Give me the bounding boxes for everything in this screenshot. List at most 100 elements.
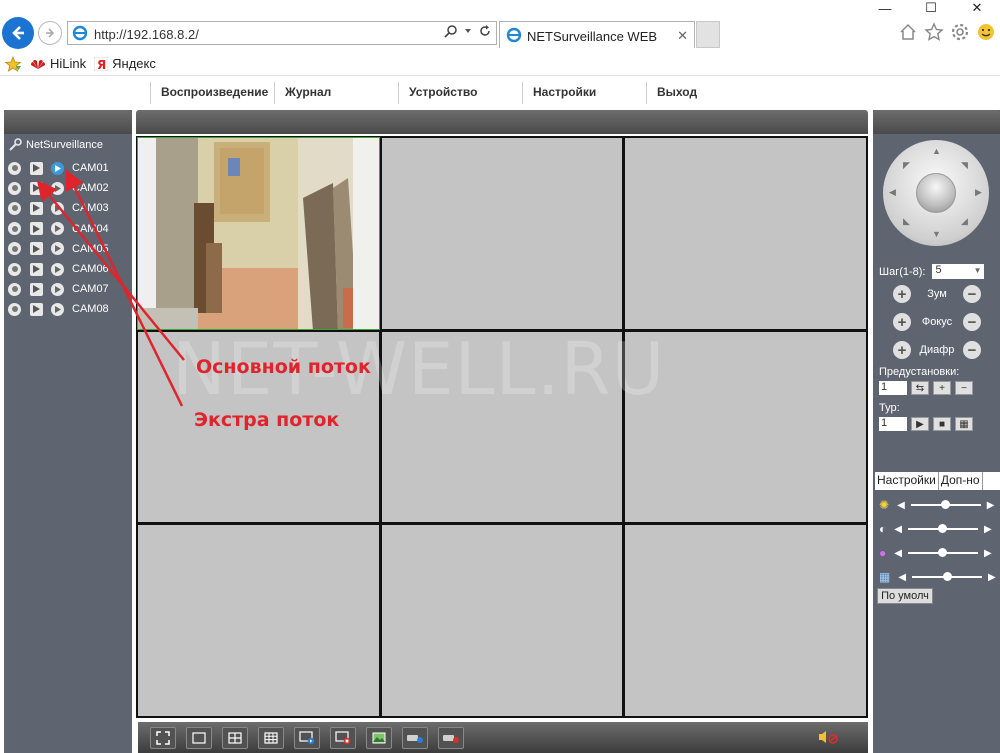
video-cell-1[interactable] [137, 137, 380, 330]
menu-item-exit[interactable]: Выход [646, 82, 770, 104]
record-button[interactable] [8, 201, 21, 215]
refresh-icon[interactable] [478, 24, 492, 38]
home-icon[interactable] [898, 22, 918, 42]
ptz-up-left-icon[interactable]: ◤ [903, 160, 910, 171]
extra-stream-button[interactable] [51, 262, 64, 276]
main-stream-button[interactable] [30, 242, 43, 256]
snapshot-button[interactable] [366, 726, 392, 749]
saturation-slider[interactable]: ● ◀ ▶ [879, 546, 992, 560]
ptz-up-icon[interactable]: ▲ [932, 146, 941, 156]
slider-knob[interactable] [941, 500, 951, 509]
video-cell-9[interactable] [625, 525, 866, 716]
camera-name[interactable]: CAM07 [72, 283, 109, 295]
record-all-button[interactable] [402, 726, 428, 749]
tab-settings[interactable]: Настройки [875, 472, 939, 490]
camera-name[interactable]: CAM04 [72, 223, 109, 235]
volume-button[interactable] [818, 730, 840, 747]
fullscreen-button[interactable] [150, 726, 176, 749]
main-stream-button[interactable] [30, 262, 43, 276]
maximize-button[interactable]: ☐ [908, 0, 954, 16]
main-stream-button[interactable] [30, 302, 43, 316]
focus-out-button[interactable]: − [963, 313, 981, 331]
slider-left-icon[interactable]: ◀ [897, 500, 905, 511]
preset-add-button[interactable]: + [933, 381, 951, 395]
menu-item-playback[interactable]: Воспроизведение [150, 82, 274, 104]
ptz-center-button[interactable] [916, 173, 956, 213]
star-icon[interactable] [924, 22, 944, 42]
slider-knob[interactable] [938, 524, 948, 533]
ptz-up-right-icon[interactable]: ◥ [961, 160, 968, 171]
extra-stream-button[interactable] [51, 161, 64, 175]
slider-left-icon[interactable]: ◀ [894, 524, 902, 535]
ptz-right-icon[interactable]: ▶ [975, 187, 982, 198]
forward-button[interactable] [38, 21, 62, 45]
record-button[interactable] [8, 181, 21, 195]
main-stream-button[interactable] [30, 222, 43, 236]
extra-stream-button[interactable] [51, 181, 64, 195]
camera-name[interactable]: CAM03 [72, 202, 109, 214]
step-select[interactable]: 5 [931, 264, 984, 279]
video-cell-3[interactable] [625, 138, 866, 329]
close-all-button[interactable] [330, 726, 356, 749]
slider-right-icon[interactable]: ▶ [987, 500, 995, 511]
ptz-down-right-icon[interactable]: ◢ [961, 216, 968, 227]
focus-in-button[interactable]: + [893, 313, 911, 331]
minimize-button[interactable]: — [862, 0, 908, 16]
video-cell-2[interactable] [381, 138, 623, 329]
smiley-icon[interactable] [976, 22, 996, 42]
tour-grid-button[interactable]: ▦ [955, 417, 973, 431]
iris-close-button[interactable]: − [963, 341, 981, 359]
back-button[interactable] [2, 17, 34, 49]
preset-input[interactable]: 1 [879, 381, 907, 395]
video-cell-7[interactable] [138, 525, 379, 716]
stop-record-button[interactable] [438, 726, 464, 749]
camera-name[interactable]: CAM06 [72, 263, 109, 275]
tour-input[interactable]: 1 [879, 417, 907, 431]
new-tab-button[interactable] [696, 21, 720, 48]
extra-stream-button[interactable] [51, 242, 64, 256]
slider-track[interactable] [910, 500, 981, 509]
tab-netsurveillance[interactable]: NETSurveillance WEB ✕ [499, 21, 695, 48]
address-bar[interactable]: http://192.168.8.2/ [67, 21, 497, 45]
open-all-button[interactable] [294, 726, 320, 749]
extra-stream-button[interactable] [51, 282, 64, 296]
camera-name[interactable]: CAM02 [72, 182, 109, 194]
favorite-hilink[interactable]: HiLink [30, 56, 86, 71]
slider-right-icon[interactable]: ▶ [988, 572, 996, 583]
slider-knob[interactable] [942, 572, 952, 581]
tour-play-button[interactable]: ▶ [911, 417, 929, 431]
camera-name[interactable]: CAM08 [72, 303, 109, 315]
close-window-button[interactable]: ✕ [954, 0, 1000, 16]
record-button[interactable] [8, 302, 21, 316]
chevron-down-icon[interactable] [464, 27, 472, 35]
extra-stream-button[interactable] [51, 222, 64, 236]
tour-stop-button[interactable]: ■ [933, 417, 951, 431]
zoom-out-button[interactable]: − [963, 285, 981, 303]
slider-right-icon[interactable]: ▶ [984, 524, 992, 535]
menu-item-settings[interactable]: Настройки [522, 82, 646, 104]
brightness-slider[interactable]: ✺ ◀ ▶ [879, 498, 994, 512]
layout-1-button[interactable] [186, 726, 212, 749]
main-stream-button[interactable] [30, 282, 43, 296]
record-button[interactable] [8, 222, 21, 236]
slider-right-icon[interactable]: ▶ [984, 548, 992, 559]
zoom-in-button[interactable]: + [893, 285, 911, 303]
tab-close-button[interactable]: ✕ [677, 28, 688, 44]
video-cell-6[interactable] [625, 331, 866, 523]
favorite-yandex[interactable]: Я Яндекс [94, 56, 156, 71]
ptz-down-left-icon[interactable]: ◣ [903, 216, 910, 227]
slider-knob[interactable] [938, 548, 948, 557]
ptz-joystick[interactable]: ▲ ▼ ◀ ▶ ◤ ◥ ◣ ◢ [883, 140, 989, 246]
main-stream-button[interactable] [30, 161, 43, 175]
video-cell-5[interactable] [381, 331, 623, 523]
layout-4-button[interactable] [222, 726, 248, 749]
slider-track[interactable] [912, 572, 983, 581]
hue-slider[interactable]: ▦ ◀ ▶ [879, 570, 996, 584]
tab-extra[interactable]: Доп-но [939, 472, 983, 490]
tree-root[interactable]: NetSurveillance [8, 138, 103, 152]
search-icon[interactable] [444, 24, 458, 38]
ptz-left-icon[interactable]: ◀ [889, 187, 896, 198]
video-cell-8[interactable] [381, 525, 623, 716]
extra-stream-button[interactable] [51, 302, 64, 316]
gear-icon[interactable] [950, 22, 970, 42]
